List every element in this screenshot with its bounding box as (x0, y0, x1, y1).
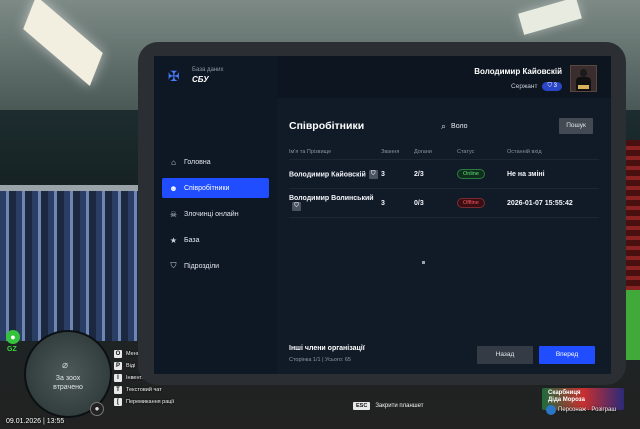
pagination-info: Сторінка 1/1 | Усього: 65 (289, 357, 351, 363)
logo: ✠ База даних СБУ (168, 67, 223, 84)
sidebar-item-units[interactable]: ⛉ Підрозділи (162, 256, 269, 276)
employee-rank: 3 (381, 188, 414, 218)
employee-name: Володимир Кайовскій (289, 170, 366, 178)
esc-hint-text: Закрити планшет (375, 403, 424, 409)
table-row[interactable]: Володимир Волинський⛉ 3 0/3 Offline 2026… (289, 188, 599, 218)
home-icon: ⌂ (171, 157, 176, 167)
table-row[interactable]: Володимир Кайовскій ⛉ 3 2/3 Online Не на … (289, 159, 599, 189)
mouse-cursor (422, 261, 425, 264)
user-profile: Володимир Кайовскій Сержант ⛉ 3 (474, 65, 597, 92)
hotkey-key: O (114, 349, 122, 358)
gz-label: GZ (7, 346, 17, 353)
hotkey-text: Перемикання рації (126, 398, 175, 405)
status-badge: Offline (457, 198, 485, 208)
users-icon: ☻ (169, 183, 178, 193)
back-button[interactable]: Назад (477, 346, 533, 364)
hotkey-text: Віді (126, 362, 136, 369)
hotkey-key: T (114, 385, 122, 394)
table-header-row: Ім'я та Прізвище Звання Догани Статус Ос… (289, 145, 599, 160)
column-header: Догани (414, 145, 457, 160)
minimap-text: За зоох (55, 375, 81, 382)
no-signal-icon: ⌀ (62, 360, 69, 371)
user-level-badge: ⛉ 3 (542, 81, 562, 91)
close-tablet-hint: ESC Закрити планшет (353, 402, 423, 410)
avatar (570, 65, 597, 92)
user-level: 3 (553, 82, 557, 89)
user-rank: Сержант (511, 82, 538, 90)
sidebar-item-label: База (184, 236, 200, 244)
sidebar-item-database[interactable]: ★ База (162, 230, 269, 250)
hotkey-text: Текстовий чат (126, 386, 162, 393)
event-title: Діда Мороза (548, 397, 585, 403)
sidebar-item-employees[interactable]: ☻ Співробітники (162, 178, 269, 198)
status-badge: Online (457, 169, 485, 179)
sidebar-item-home[interactable]: ⌂ Головна (162, 152, 269, 172)
employee-last-login: 2026-01-07 15:55:42 (507, 188, 599, 218)
star-icon: ★ (169, 235, 178, 245)
logo-caption: База даних (192, 67, 224, 73)
search-value[interactable]: Воло (451, 123, 467, 130)
date-time: 09.01.2026 | 13:55 (6, 418, 65, 425)
employee-reprimands: 2/3 (414, 159, 457, 189)
sidebar-item-label: Підрозділи (184, 262, 220, 270)
search-button[interactable]: Пошук (559, 118, 593, 134)
page-title: Співробітники (289, 120, 365, 132)
hotkey: T Текстовий чат (114, 384, 174, 395)
footer-title: Інші члени організації (289, 345, 365, 352)
sidebar-item-label: Злочинці онлайн (184, 210, 239, 218)
sbu-emblem-icon: ✠ (168, 67, 180, 84)
badge-icon: ⛉ (368, 169, 378, 179)
shield-icon: ⛉ (170, 261, 177, 270)
column-header: Останній вхід (507, 145, 599, 160)
hotkey-key: I (114, 373, 122, 382)
logo-title: СБУ (192, 75, 209, 84)
sidebar-item-label: Головна (184, 158, 211, 166)
sidebar-item-label: Співробітники (184, 184, 230, 192)
hotkey-key: P (114, 361, 122, 370)
sidebar-nav: ⌂ Головна ☻ Співробітники ☠ Злочинці онл… (162, 152, 269, 282)
employees-table: Ім'я та Прізвище Звання Догани Статус Ос… (289, 145, 599, 218)
criminal-icon: ☠ (169, 209, 178, 219)
hotkey-key: [ (114, 397, 122, 406)
hotkey: [ Перемикання рації (114, 396, 174, 407)
sidebar-item-criminals-online[interactable]: ☠ Злочинці онлайн (162, 204, 269, 224)
employee-name: Володимир Волинський (289, 195, 374, 202)
tablet: ✠ База даних СБУ Володимир Кайовскій Сер… (138, 42, 626, 385)
column-header: Статус (457, 145, 507, 160)
employee-reprimands: 0/3 (414, 188, 457, 218)
person-icon (546, 405, 556, 415)
next-button[interactable]: Вперед (539, 346, 595, 364)
search-icon: ⌕ (441, 120, 447, 131)
column-header: Звання (381, 145, 414, 160)
microphone-icon: ● (90, 402, 104, 416)
employee-rank: 3 (381, 159, 414, 189)
event-title: Скарбниця (548, 390, 581, 396)
voice-indicator-icon: ● (6, 330, 20, 344)
store-shelf (0, 185, 140, 341)
employee-last-login: Не на зміні (507, 159, 599, 189)
esc-key: ESC (353, 402, 371, 410)
user-name: Володимир Кайовскій (474, 66, 562, 76)
minimap-text: втрачено (53, 384, 83, 391)
column-header: Ім'я та Прізвище (289, 145, 381, 160)
tablet-screen: ✠ База даних СБУ Володимир Кайовскій Сер… (154, 56, 611, 374)
search-input[interactable]: ⌕ Воло (441, 118, 557, 134)
event-subtitle: Персонаж · Розіграш (558, 407, 617, 413)
badge-icon: ⛉ (292, 202, 301, 211)
